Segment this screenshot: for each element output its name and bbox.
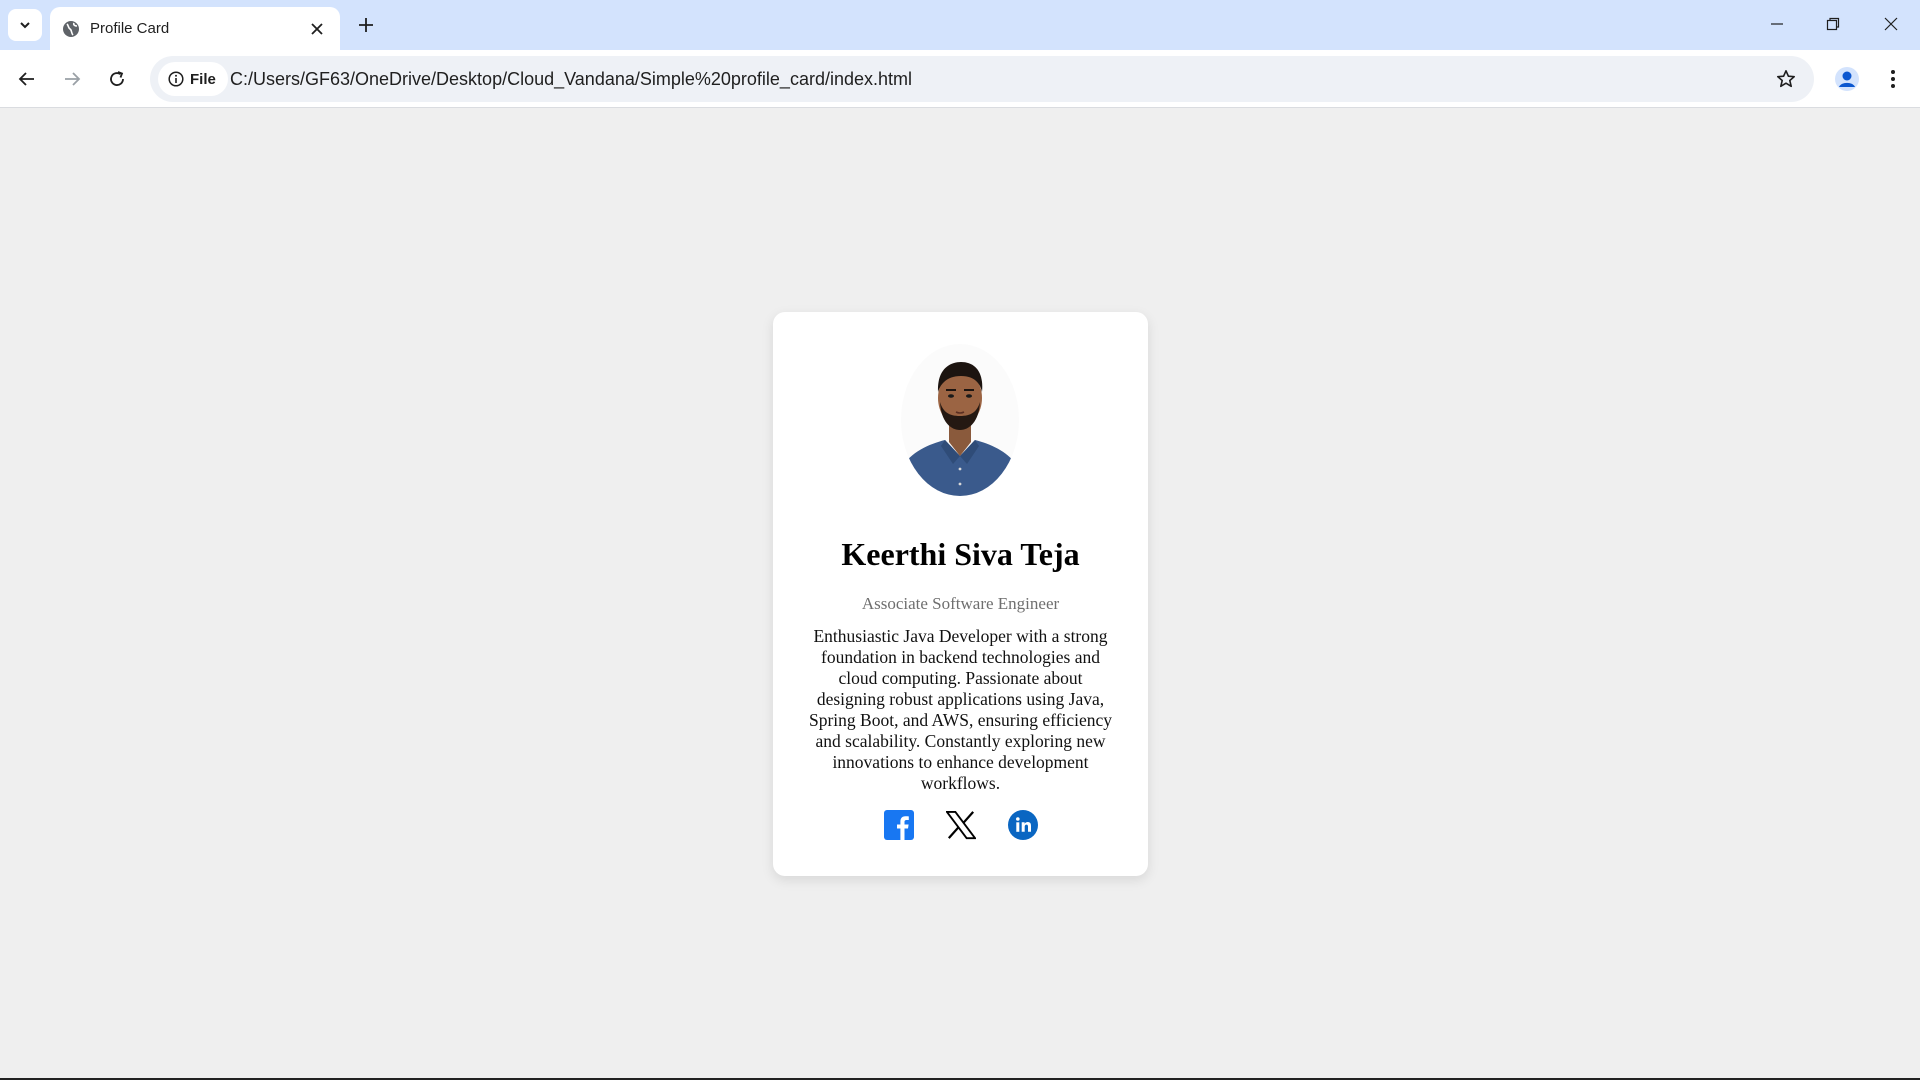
social-links <box>773 810 1148 840</box>
arrow-left-icon <box>18 72 34 86</box>
profile-photo <box>901 344 1019 496</box>
profile-card: Keerthi Siva Teja Associate Software Eng… <box>773 312 1148 876</box>
globe-icon <box>63 20 79 37</box>
chevron-down-icon <box>20 22 30 29</box>
x-link[interactable] <box>945 810 976 840</box>
browser-tab[interactable]: Profile Card <box>50 7 340 50</box>
url-text[interactable]: C:/Users/GF63/OneDrive/Desktop/Cloud_Van… <box>230 69 912 90</box>
restore-icon <box>1826 17 1840 31</box>
facebook-icon <box>883 810 914 840</box>
address-bar[interactable]: File C:/Users/GF63/OneDrive/Desktop/Clou… <box>150 56 1814 102</box>
window-close-button[interactable] <box>1868 6 1914 42</box>
tab-title: Profile Card <box>90 20 170 37</box>
minimize-icon <box>1771 23 1783 25</box>
site-info-chip[interactable]: File <box>158 62 228 96</box>
forward-button[interactable] <box>55 62 89 96</box>
reload-button[interactable] <box>100 62 134 96</box>
browser-tab-bar: Profile Card <box>0 0 1920 50</box>
linkedin-link[interactable] <box>1007 810 1038 840</box>
tab-close-button[interactable] <box>306 18 328 40</box>
plus-icon <box>359 18 373 32</box>
more-vertical-icon <box>1891 70 1895 88</box>
close-icon <box>311 22 323 35</box>
profile-role: Associate Software Engineer <box>861 594 1060 613</box>
info-icon <box>168 71 184 87</box>
browser-toolbar: File C:/Users/GF63/OneDrive/Desktop/Clou… <box>0 50 1920 108</box>
close-icon <box>1884 17 1898 31</box>
tab-search-button[interactable] <box>8 9 42 41</box>
star-icon <box>1777 70 1795 88</box>
arrow-right-icon <box>65 72 81 86</box>
x-icon <box>945 810 976 840</box>
back-button[interactable] <box>10 62 44 96</box>
minimize-button[interactable] <box>1754 6 1800 42</box>
bookmark-button[interactable] <box>1774 67 1798 91</box>
restore-button[interactable] <box>1810 6 1856 42</box>
browser-menu-button[interactable] <box>1876 62 1910 96</box>
facebook-link[interactable] <box>883 810 914 840</box>
profile-bio: Enthusiastic Java Developer with a stron… <box>808 626 1113 793</box>
profile-button[interactable] <box>1830 62 1864 96</box>
site-chip-label: File <box>190 70 216 88</box>
new-tab-button[interactable] <box>353 12 379 38</box>
user-avatar-icon <box>1835 67 1859 91</box>
reload-icon <box>110 71 124 86</box>
profile-name: Keerthi Siva Teja <box>841 536 1080 572</box>
linkedin-icon <box>1007 810 1038 840</box>
